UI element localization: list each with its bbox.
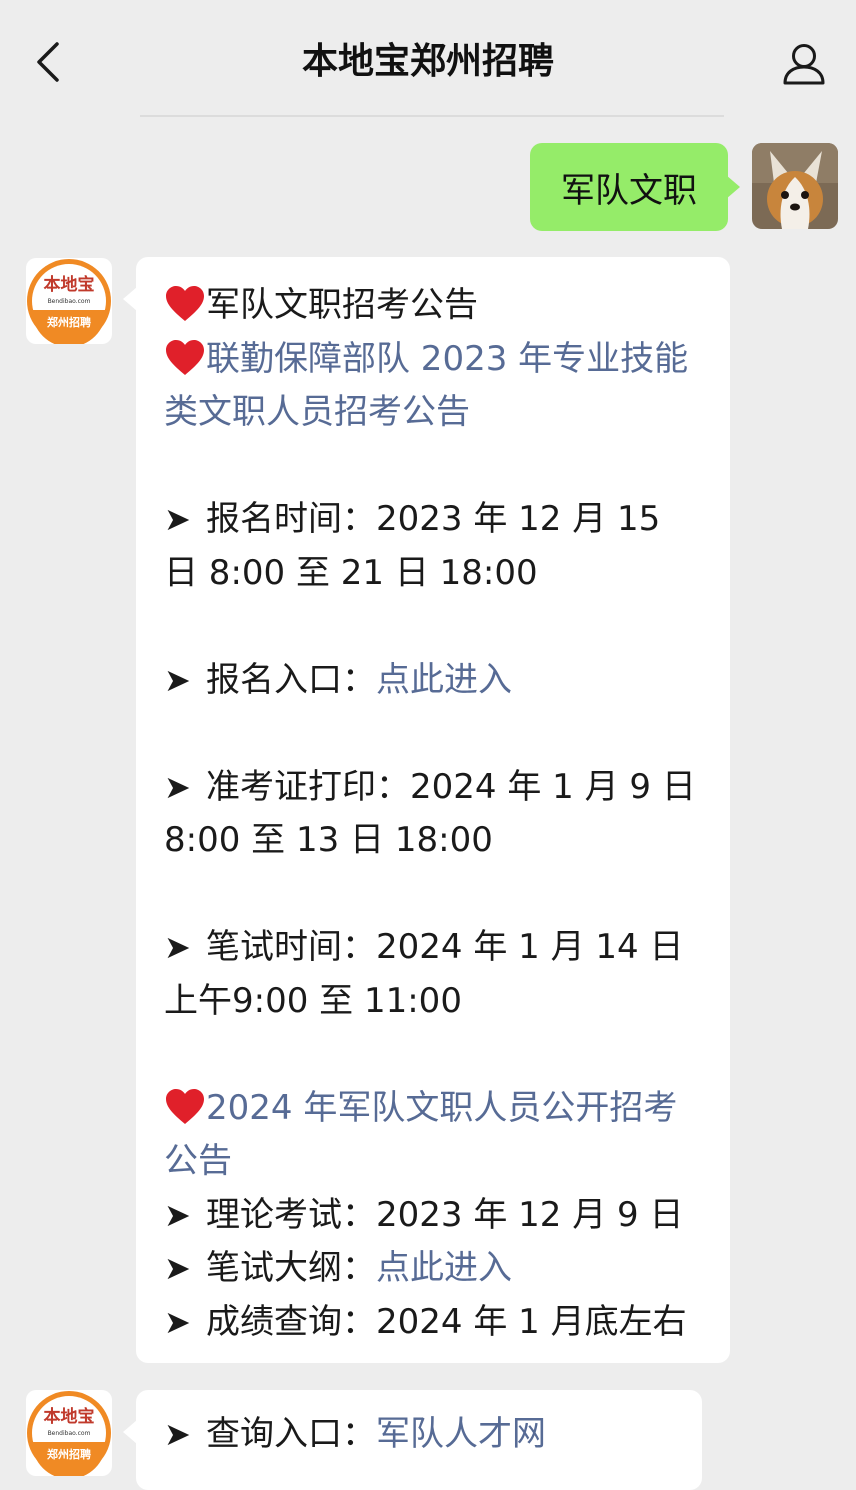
theory-exam-value: 2023 年 12 月 9 日	[376, 1194, 684, 1235]
admission-ticket-line: ➤ 准考证打印：2024 年 1 月 9 日 8:00 至 13 日 18:00	[164, 761, 704, 868]
arrow-icon: ➤	[164, 767, 191, 806]
notice1-line: 联勤保障部队 2023 年专业技能类文职人员招考公告	[164, 333, 704, 440]
arrow-icon: ➤	[164, 1415, 191, 1453]
logo-bottom-text: 郑州招聘	[47, 315, 91, 329]
theory-exam-label: 理论考试：	[206, 1194, 376, 1235]
arrow-icon: ➤	[164, 1195, 191, 1234]
heart-icon	[166, 1088, 204, 1124]
announcement-heading: 军队文职招考公告	[206, 285, 478, 325]
arrow-icon: ➤	[164, 660, 191, 699]
arrow-icon: ➤	[164, 1249, 191, 1287]
heart-icon	[166, 286, 204, 321]
query-entry-label: 查询入口：	[206, 1414, 376, 1454]
logo-top-text: 本地宝	[44, 274, 95, 295]
exam-outline-link[interactable]: 点此进入	[376, 1248, 512, 1288]
bendibao-logo: 本地宝 Bendibao.com 郑州招聘	[27, 1391, 111, 1476]
registration-entry-label: 报名入口：	[206, 659, 376, 700]
outgoing-message-text: 军队文职	[561, 170, 697, 211]
score-query-label: 成绩查询：	[206, 1301, 376, 1342]
outgoing-message-bubble[interactable]: 军队文职	[530, 143, 740, 231]
theory-exam-line: ➤ 理论考试：2023 年 12 月 9 日	[164, 1189, 704, 1243]
registration-time-label: 报名时间：	[206, 499, 376, 539]
notice2-link[interactable]: 2024 年军队文职人员公开招考公告	[164, 1088, 677, 1182]
arrow-icon: ➤	[164, 1302, 191, 1341]
bendibao-logo: 本地宝 Bendibao.com 郑州招聘	[27, 259, 111, 344]
registration-time-line: ➤ 报名时间：2023 年 12 月 15 日 8:00 至 21 日 18:00	[164, 493, 704, 600]
logo-top-text: 本地宝	[44, 1406, 95, 1427]
exam-outline-line: ➤ 笔试大纲：点此进入	[164, 1242, 704, 1296]
heading-line: 军队文职招考公告	[164, 279, 704, 333]
logo-url-text: Bendibao.com	[48, 1430, 91, 1437]
incoming-message-bubble[interactable]: 军队文职招考公告 联勤保障部队 2023 年专业技能类文职人员招考公告 ➤ 报名时…	[123, 257, 730, 1363]
header-divider	[140, 115, 724, 117]
heart-icon	[166, 339, 204, 375]
page-title: 本地宝郑州招聘	[301, 41, 554, 82]
incoming-message-bubble[interactable]: ➤ 查询入口：军队人才网	[123, 1390, 702, 1490]
exam-outline-label: 笔试大纲：	[206, 1248, 376, 1288]
query-entry-link[interactable]: 军队人才网	[376, 1414, 546, 1454]
score-query-line: ➤ 成绩查询：2024 年 1 月底左右	[164, 1296, 704, 1350]
arrow-icon: ➤	[164, 500, 191, 538]
logo-url-text: Bendibao.com	[48, 298, 91, 305]
user-icon	[783, 44, 825, 85]
logo-bottom-text: 郑州招聘	[47, 1447, 91, 1461]
registration-entry-link[interactable]: 点此进入	[376, 660, 512, 700]
registration-entry-line: ➤ 报名入口：点此进入	[164, 654, 704, 708]
profile-button[interactable]	[776, 36, 832, 92]
notice1-link[interactable]: 联勤保障部队 2023 年专业技能类文职人员招考公告	[164, 339, 688, 433]
arrow-icon: ➤	[164, 928, 191, 966]
notice2-line: 2024 年军队文职人员公开招考公告	[164, 1082, 704, 1189]
admission-ticket-label: 准考证打印：	[206, 766, 410, 807]
user-avatar[interactable]	[752, 143, 838, 229]
bendibao-avatar[interactable]: 本地宝 Bendibao.com 郑州招聘	[26, 258, 112, 344]
corgi-avatar-image	[752, 143, 838, 229]
bendibao-avatar[interactable]: 本地宝 Bendibao.com 郑州招聘	[26, 1390, 112, 1476]
score-query-value: 2024 年 1 月底左右	[376, 1301, 687, 1342]
query-entry-line: ➤ 查询入口：军队人才网	[164, 1408, 676, 1462]
exam-time-line: ➤ 笔试时间：2024 年 1 月 14 日上午9:00 至 11:00	[164, 921, 704, 1028]
exam-time-label: 笔试时间：	[206, 927, 376, 967]
top-bar: 本地宝郑州招聘	[0, 0, 856, 118]
